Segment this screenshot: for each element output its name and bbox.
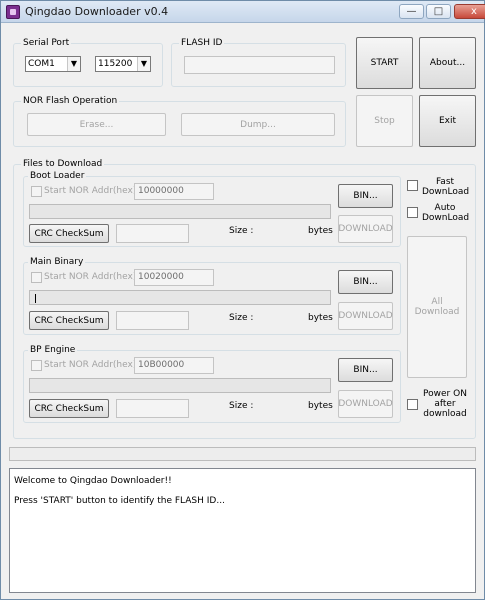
stop-button[interactable]: Stop (356, 95, 413, 147)
bp-engine-legend: BP Engine (28, 344, 78, 356)
com-port-select[interactable]: COM1 ▼ (25, 56, 81, 72)
main-binary-crc-button[interactable]: CRC CheckSum (29, 311, 109, 330)
boot-loader-addr-field[interactable]: 10000000 (134, 183, 214, 200)
files-legend: Files to Download (21, 158, 105, 170)
serial-port-legend: Serial Port (21, 37, 72, 49)
chevron-down-icon: ▼ (137, 57, 150, 71)
power-on-after-download-checkbox[interactable] (407, 399, 418, 410)
app-icon (6, 5, 20, 19)
main-binary-path-field[interactable] (29, 290, 331, 305)
window-title: Qingdao Downloader v0.4 (25, 5, 169, 18)
boot-loader-start-nor-label: Start NOR Addr(hex): (44, 186, 140, 196)
main-binary-start-nor-label: Start NOR Addr(hex): (44, 272, 140, 282)
main-binary-download-button[interactable]: DOWNLOAD (338, 302, 393, 330)
baud-rate-select[interactable]: 115200 ▼ (95, 56, 151, 72)
minimize-button[interactable]: — (399, 4, 424, 19)
nor-flash-group: NOR Flash Operation Erase... Dump... (13, 95, 346, 147)
bp-engine-path-field[interactable] (29, 378, 331, 393)
main-binary-addr-field[interactable]: 10020000 (134, 269, 214, 286)
main-binary-bytes-label: bytes (308, 313, 333, 323)
boot-loader-size-label: Size : (229, 226, 254, 236)
boot-loader-bytes-label: bytes (308, 226, 333, 236)
exit-button[interactable]: Exit (419, 95, 476, 147)
maximize-button[interactable]: □ (426, 4, 451, 19)
bp-engine-bin-button[interactable]: BIN... (338, 358, 393, 382)
log-output[interactable]: Welcome to Qingdao Downloader!! Press 'S… (9, 468, 476, 593)
dump-button[interactable]: Dump... (181, 113, 335, 136)
bp-engine-crc-field (116, 399, 189, 418)
title-bar[interactable]: Qingdao Downloader v0.4 — □ x (1, 1, 485, 23)
bp-engine-size-label: Size : (229, 401, 254, 411)
boot-loader-crc-field (116, 224, 189, 243)
main-binary-start-nor-checkbox[interactable] (31, 272, 42, 283)
log-line: Press 'START' button to identify the FLA… (14, 496, 225, 506)
fast-download-checkbox[interactable] (407, 180, 418, 191)
flash-id-group: FLASH ID (171, 37, 346, 87)
boot-loader-start-nor-checkbox[interactable] (31, 186, 42, 197)
main-binary-legend: Main Binary (28, 256, 86, 268)
bp-engine-start-nor-label: Start NOR Addr(hex): (44, 360, 140, 370)
auto-download-checkbox[interactable] (407, 207, 418, 218)
bp-engine-start-nor-checkbox[interactable] (31, 360, 42, 371)
baud-rate-value: 115200 (98, 59, 133, 69)
flash-id-field (184, 56, 335, 74)
close-button[interactable]: x (454, 4, 485, 19)
app-window: Qingdao Downloader v0.4 — □ x Serial Por… (0, 0, 485, 600)
nor-flash-legend: NOR Flash Operation (21, 95, 120, 107)
com-port-value: COM1 (28, 59, 55, 69)
main-binary-size-label: Size : (229, 313, 254, 323)
main-binary-crc-field (116, 311, 189, 330)
chevron-down-icon: ▼ (67, 57, 80, 71)
boot-loader-download-button[interactable]: DOWNLOAD (338, 215, 393, 243)
bp-engine-bytes-label: bytes (308, 401, 333, 411)
overall-progress-bar (9, 447, 476, 461)
bp-engine-crc-button[interactable]: CRC CheckSum (29, 399, 109, 418)
main-binary-bin-button[interactable]: BIN... (338, 270, 393, 294)
boot-loader-bin-button[interactable]: BIN... (338, 184, 393, 208)
bp-engine-download-button[interactable]: DOWNLOAD (338, 390, 393, 418)
all-download-button[interactable]: All Download (407, 236, 467, 378)
flash-id-legend: FLASH ID (179, 37, 225, 49)
bp-engine-addr-field[interactable]: 10B00000 (134, 357, 214, 374)
boot-loader-path-field[interactable] (29, 204, 331, 219)
start-button[interactable]: START (356, 37, 413, 89)
power-on-after-download-label: Power ON after download (423, 389, 467, 419)
boot-loader-legend: Boot Loader (28, 170, 87, 182)
erase-button[interactable]: Erase... (27, 113, 166, 136)
fast-download-label: Fast DownLoad (422, 177, 470, 197)
text-caret (35, 294, 36, 303)
boot-loader-crc-button[interactable]: CRC CheckSum (29, 224, 109, 243)
log-line: Welcome to Qingdao Downloader!! (14, 476, 172, 486)
auto-download-label: Auto DownLoad (422, 203, 470, 223)
about-button[interactable]: About... (419, 37, 476, 89)
serial-port-group: Serial Port COM1 ▼ 115200 ▼ (13, 37, 163, 87)
